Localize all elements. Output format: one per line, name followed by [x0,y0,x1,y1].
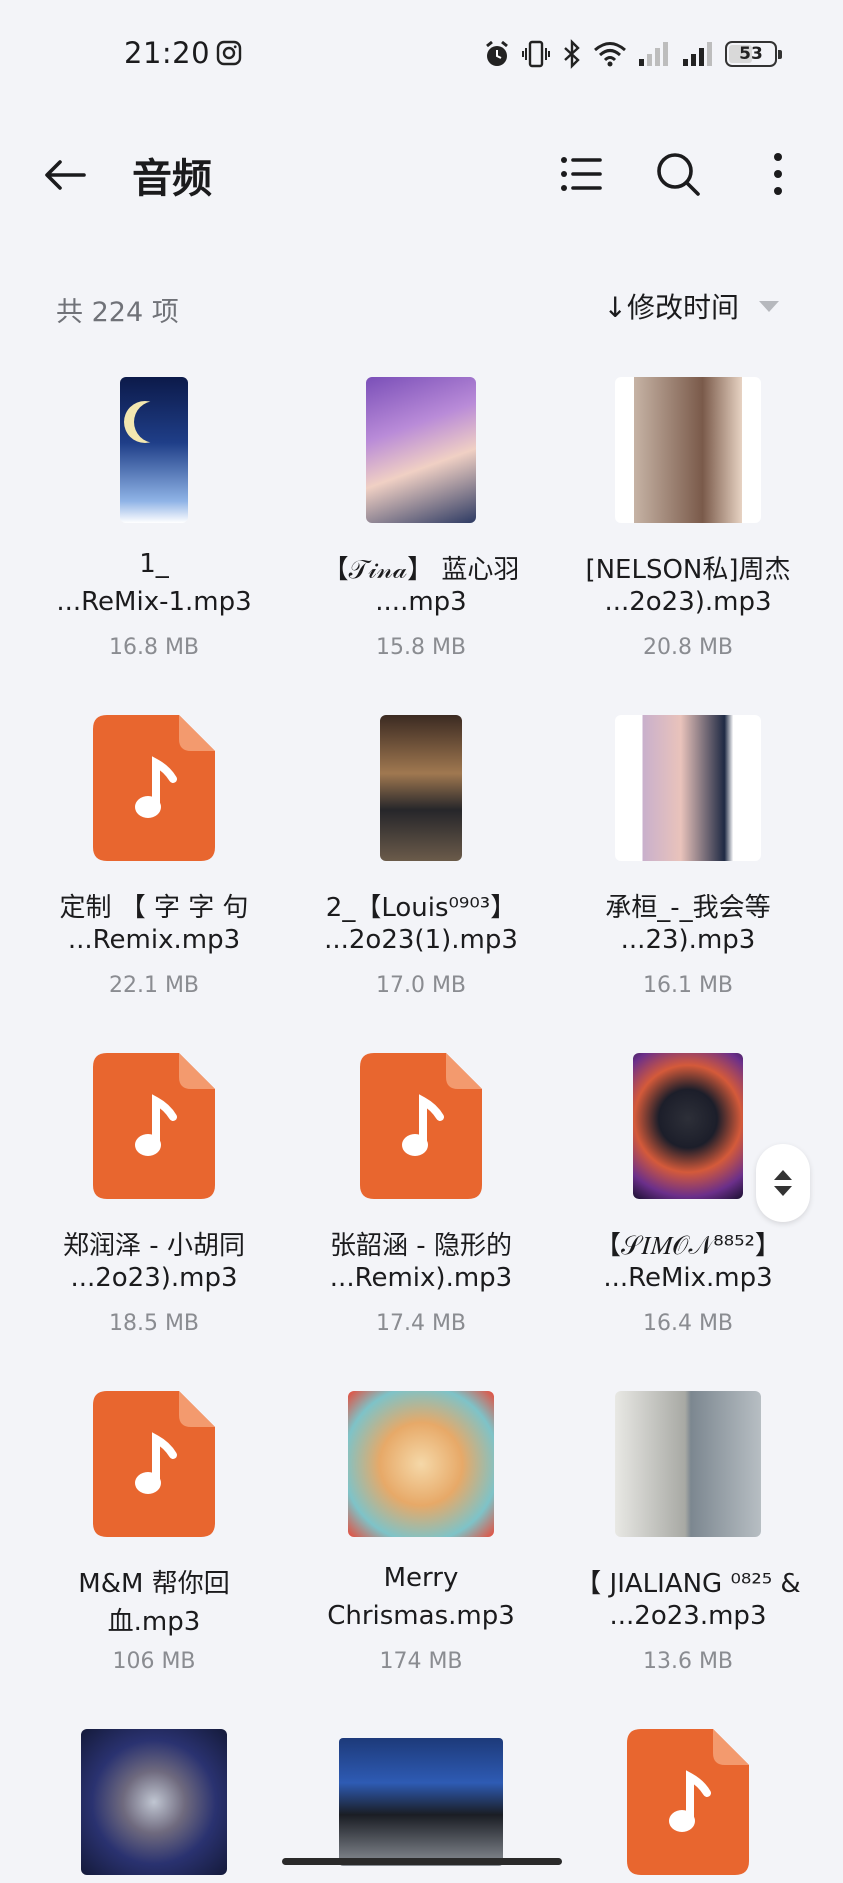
file-name-line1: 承桓_-_我会等 [605,893,771,923]
file-name-line2: ...23).mp3 [620,925,756,955]
file-name-line2: ...ReMix-1.mp3 [56,587,252,617]
file-size: 18.5 MB [108,1311,200,1336]
file-size: 17.0 MB [375,973,467,998]
file-thumbnail [633,1053,743,1199]
file-size: 22.1 MB [108,973,200,998]
music-file-icon [93,1391,215,1537]
file-name-line2: ...2o23(1).mp3 [324,925,518,955]
file-size: 106 MB [112,1649,196,1674]
file-name-line1: 【𝒯𝒾𝓃𝒶】 蓝心羽 [322,555,520,585]
file-name-line1: 【 JIALIANG ⁰⁸²⁵ & [575,1569,801,1599]
file-name-line2: Chrismas.mp3 [327,1601,515,1631]
file-name-line2: ...2o23.mp3 [609,1601,767,1631]
file-name-line2: ...ReMix.mp3 [603,1263,773,1293]
file-name-line2: ....mp3 [375,587,467,617]
file-size: 16.4 MB [642,1311,734,1336]
music-file-icon [360,1053,482,1199]
music-file-icon [93,1053,215,1199]
fast-scroll-handle[interactable] [756,1144,810,1222]
file-thumbnail [339,1738,503,1866]
file-name-line1: 郑润泽 - 小胡同 [63,1231,245,1261]
file-thumbnail [380,715,462,861]
file-size: 16.8 MB [108,635,200,660]
file-thumbnail [615,715,761,861]
file-name-line1: M&M 帮你回 [78,1569,230,1599]
file-size: 174 MB [379,1649,463,1674]
file-thumbnail [81,1729,227,1875]
file-size: 13.6 MB [642,1649,734,1674]
file-thumbnail [348,1391,494,1537]
file-size: 16.1 MB [642,973,734,998]
file-thumbnail [366,377,476,523]
file-name-line2: ...Remix.mp3 [67,925,241,955]
file-name-line2: ...2o23).mp3 [604,587,772,617]
file-name-line1: [NELSON私]周杰 [585,555,791,585]
file-thumbnail [615,377,761,523]
file-name-line1: Merry [383,1563,459,1593]
file-name-line2: ...2o23).mp3 [70,1263,238,1293]
file-thumbnail [120,377,188,523]
file-name-line1: 1_ [139,549,169,579]
file-name-line2: 血.mp3 [107,1607,201,1637]
file-name-line1: 定制 【 字 字 句 [59,893,249,923]
scroll-updown-icon [774,1170,792,1196]
file-size: 20.8 MB [642,635,734,660]
music-file-icon [627,1729,749,1875]
file-name-line1: 2_【Louis⁰⁹⁰³】 [325,893,517,923]
file-thumbnail [615,1391,761,1537]
file-name-line1: 【𝒮𝐼𝑀𝒪𝒩⁸⁸⁵²】 [595,1231,781,1261]
file-name-line1: 张韶涵 - 隐形的 [330,1231,512,1261]
file-name-line2: ...Remix).mp3 [329,1263,513,1293]
file-size: 17.4 MB [375,1311,467,1336]
music-file-icon [93,715,215,861]
file-size: 15.8 MB [375,635,467,660]
home-indicator[interactable] [282,1858,562,1865]
file-grid: 1_ ...ReMix-1.mp3 16.8 MB 【𝒯𝒾𝓃𝒶】 蓝心羽 ...… [0,0,843,1883]
